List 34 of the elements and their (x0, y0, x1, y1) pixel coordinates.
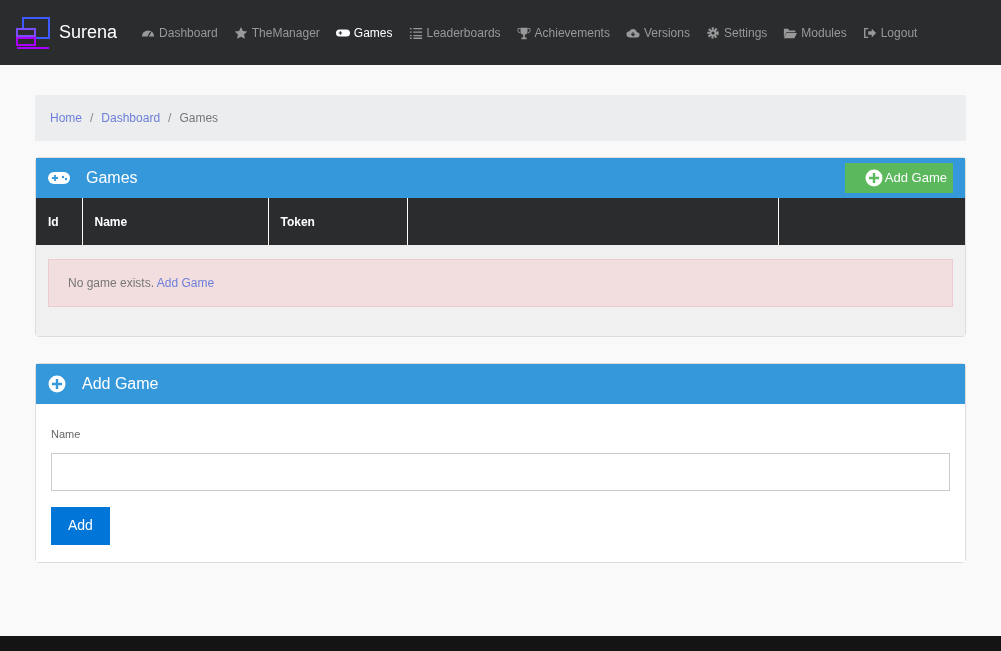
column-header: Name (82, 198, 268, 245)
plus-circle-icon (864, 169, 883, 187)
nav-link[interactable]: Versions (617, 23, 698, 42)
add-button[interactable]: Add (51, 506, 110, 545)
panel-title: Games (86, 168, 138, 188)
breadcrumb-link[interactable]: Dashboard (101, 109, 161, 127)
breadcrumb-separator: / (90, 110, 94, 127)
add-game-link[interactable]: Add Game (156, 276, 215, 290)
empty-message: No game exists. Add Game (48, 259, 953, 307)
nav-link[interactable]: TheManager (225, 23, 328, 42)
field-label: Name (51, 427, 82, 442)
breadcrumb-link[interactable]: Home (50, 109, 82, 127)
gear-icon (705, 25, 720, 40)
gamepad-icon (48, 171, 70, 185)
plus-circle-icon (48, 375, 66, 393)
nav-link[interactable]: Achievements (508, 23, 618, 42)
name-input-field[interactable] (51, 452, 950, 491)
list-icon (408, 25, 423, 40)
brand-name[interactable]: Surena (59, 19, 118, 46)
nav-link[interactable]: Dashboard (133, 23, 226, 42)
trophy-icon (516, 25, 531, 40)
breadcrumb-current: Games (179, 110, 219, 127)
nav-link[interactable]: Settings (697, 23, 776, 42)
panel-title: Add Game (82, 374, 159, 394)
nav-link[interactable]: Logout (854, 23, 926, 42)
nav-link[interactable]: Leaderboards (400, 23, 509, 42)
column-header: Id (36, 198, 82, 245)
logo-icon (15, 15, 51, 50)
breadcrumb-separator: / (168, 110, 172, 127)
column-header: Token (268, 198, 407, 245)
nav-link[interactable]: Games (327, 23, 401, 42)
nav-link[interactable]: Modules (775, 23, 855, 42)
exit-icon (862, 25, 877, 40)
star-icon (233, 25, 248, 40)
